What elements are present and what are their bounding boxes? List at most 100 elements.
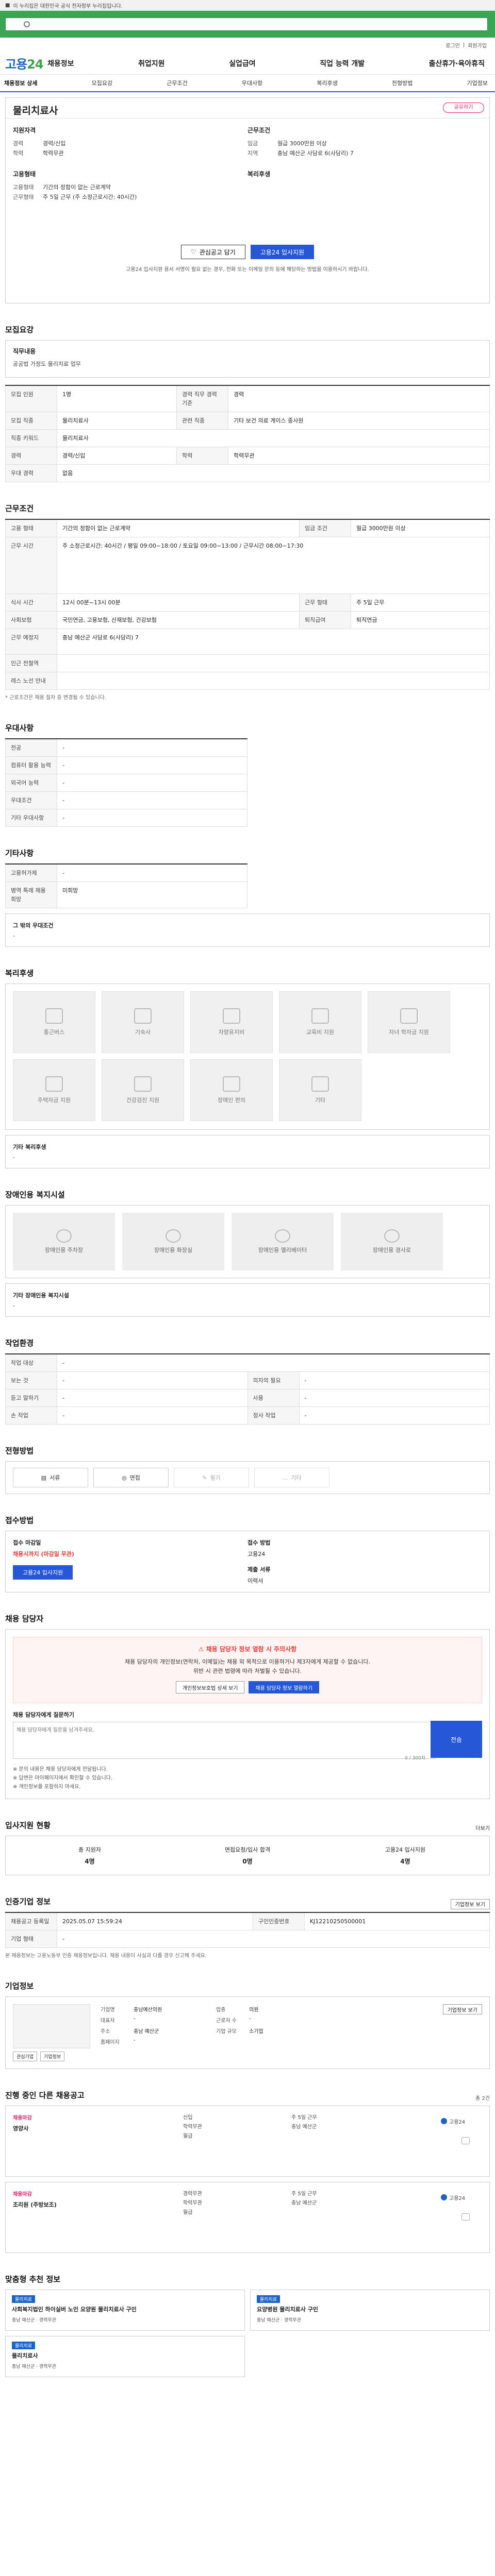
nav-item[interactable]: 출산휴가·육아휴직: [429, 58, 485, 69]
recommend-card[interactable]: 물리치료 요양병원 물리치료사 구인 충남 예산군 · 경력무관: [250, 2290, 490, 2331]
conditions-section: 근무조건 고용 형태 기간의 정함이 없는 근로계약 임금 조건 월급 3000만원 …: [5, 503, 490, 702]
welfare-item: 주택자금 지원: [13, 1059, 95, 1121]
etc-section: 기타사항 고용허가제 - 병역 특례 채용 희망 미희망 그 밖의 우대조건 -: [5, 848, 490, 947]
bus-icon: [45, 1008, 63, 1024]
company-view-button[interactable]: 기업정보 보기: [442, 2004, 482, 2014]
facility-item: 장애인용 엘리베이터: [232, 1213, 334, 1270]
tab-recruit[interactable]: 모집요강: [92, 79, 112, 87]
send-button[interactable]: 전송: [431, 1721, 482, 1758]
method-interview: ◎ 면접: [93, 1468, 169, 1487]
interest-company-button[interactable]: 관심기업: [13, 2052, 38, 2061]
section-tabs: 채용정보 상세 모집요강 근무조건 우대사항 복리후생 전형방법 기업정보: [0, 75, 495, 92]
health-icon: [134, 1076, 152, 1092]
dots-icon: …: [282, 1474, 288, 1481]
method-other: … 기타: [254, 1468, 329, 1487]
tab-method[interactable]: 전형방법: [392, 79, 412, 87]
privacy-detail-button[interactable]: 개인정보보호법 상세 보기: [175, 1681, 245, 1693]
tab-preferences[interactable]: 우대사항: [242, 79, 262, 87]
ramp-icon: [384, 1229, 400, 1243]
welfare-item: 기타: [279, 1059, 361, 1121]
education-icon: [311, 1008, 329, 1024]
main-nav: 고용24 채용정보 취업지원 실업급여 직업 능력 개발 출산휴가·육아휴직: [0, 52, 495, 75]
manager-section: 채용 담당자 ⚠ 채용 담당자 정보 열람 시 주의사항 채용 담당자의 개인정…: [5, 1613, 490, 1799]
question-input[interactable]: [13, 1722, 436, 1759]
view-contact-button[interactable]: 채용 담당자 정보 열람하기: [249, 1681, 320, 1693]
apply-note: 고용24 입사지원 용서 서명이 필요 없는 경우, 전화 또는 이메일 문의 …: [126, 267, 369, 273]
bookmark-icon[interactable]: [461, 2213, 470, 2221]
method-section: 전형방법 ▤ 서류 ◎ 면접 ✎ 필기 … 기타: [5, 1445, 490, 1494]
save-interest-button[interactable]: ♡ 관심공고 담기: [180, 245, 245, 259]
stats-section: 입사지원 현황 더보기 총 지원자 4명 면접요청/입사 합격 0명 고용24 입사지…: [5, 1820, 490, 1875]
document-icon: ▤: [41, 1474, 47, 1481]
apply-button[interactable]: 고용24 입사지원: [250, 245, 315, 259]
welfare-item: 기숙사: [102, 991, 184, 1053]
pencil-icon: ✎: [202, 1474, 207, 1481]
login-bar: 로그인 | 회원가입: [446, 41, 487, 49]
nav-item[interactable]: 채용정보: [47, 58, 74, 69]
login-link[interactable]: 로그인: [446, 41, 460, 49]
more-link[interactable]: 더보기: [475, 1824, 490, 1832]
other-jobs-section: 진행 중인 다른 채용공고 총 2건 채용마감 영양사 신입 학력무관 월급 주 5일 …: [5, 2090, 490, 2253]
tab-welfare[interactable]: 복리후생: [317, 79, 337, 87]
company-info-button[interactable]: 기업정보 보기: [450, 1899, 490, 1909]
restroom-icon: [166, 1229, 181, 1243]
company-logo: 고용24: [441, 2191, 482, 2204]
welfare-item: 통근버스: [13, 991, 95, 1053]
page-title: 물리치료사: [13, 105, 58, 116]
company-detail-button[interactable]: 기업정보: [40, 2052, 65, 2061]
elevator-icon: [275, 1229, 290, 1243]
parking-icon: [56, 1229, 72, 1243]
search-bar: [0, 11, 495, 38]
apply-section: 접수방법 접수 마감일 채용시까지 (마감일 무관) 고용24 입사지원 접수 …: [5, 1515, 490, 1592]
flag-icon: ■: [5, 2, 10, 8]
job-card[interactable]: 채용마감 조리원 (주방보조) 경력무관 학력무관 월급 주 5일 근무 충남 예산군 …: [5, 2182, 490, 2253]
recommend-card[interactable]: 물리치료 사회복지법인 하이실버 노인 요양원 물리치료사 구인 충남 예산군 · …: [5, 2290, 245, 2331]
graduation-cap-icon: [400, 1008, 418, 1024]
recommend-card[interactable]: 물리치료 물리치료사 충남 예산군 · 경력무관: [5, 2336, 245, 2377]
apply-button-2[interactable]: 고용24 입사지원: [13, 1565, 73, 1580]
facility-item: 장애인용 경사로: [341, 1213, 443, 1270]
welfare-item: 차량유지비: [190, 991, 273, 1053]
company-logo-image: [13, 2004, 90, 2048]
heart-icon: ♡: [190, 248, 196, 256]
share-button[interactable]: 공유하기: [443, 103, 484, 113]
recommend-section: 맞춤형 추천 정보 물리치료 사회복지법인 하이실버 노인 요양원 물리치료사 구…: [5, 2274, 490, 2377]
tab-conditions[interactable]: 근무조건: [167, 79, 187, 87]
job-card[interactable]: 채용마감 영양사 신입 학력무관 월급 주 5일 근무 충남 예산군 고용24: [5, 2106, 490, 2177]
dorm-icon: [134, 1008, 152, 1024]
welfare-item: 장애인 편의: [190, 1059, 273, 1121]
accessibility-icon: [223, 1076, 240, 1092]
join-link[interactable]: 회원가입: [468, 41, 487, 49]
disability-section: 장애인용 복지시설 장애인용 주차장 장애인용 화장실 장애인용 엘리베이터 장…: [5, 1189, 490, 1317]
method-written: ✎ 필기: [174, 1468, 249, 1487]
welfare-item: 교육비 지원: [279, 991, 361, 1053]
search-icon[interactable]: [24, 21, 30, 27]
job-summary: 물리치료사 공유하기 지원자격 경력 경력/신입 학력 학력무관 고용형태 고용형태 기…: [5, 97, 490, 303]
nav-item[interactable]: 직업 능력 개발: [320, 58, 365, 69]
site-logo[interactable]: 고용24: [5, 54, 47, 72]
welfare-item: 자녀 학자금 지원: [368, 991, 450, 1053]
car-icon: [223, 1008, 240, 1024]
house-icon: [45, 1076, 63, 1092]
warning-icon: ⚠: [198, 1646, 204, 1653]
company-section: 기업정보 관심기업 기업정보 기업명 충남예산의원 업종 의원 대표자 - 근로자 수- 주…: [5, 1980, 490, 2069]
requirements-table: 모집 인원 1명 경력 직무 경력 기준 경력 모집 직종 물리치료사 관련 직종 기타 보…: [5, 385, 490, 482]
method-document: ▤ 서류: [13, 1468, 88, 1487]
welfare-item: 건강검진 지원: [102, 1059, 184, 1121]
gov-banner: ■ 이 누리집은 대한민국 공식 전자정부 누리집입니다.: [0, 0, 495, 11]
work-env-section: 작업환경 작업 대상 - 보는 것 - 의자의 필요 - 듣고 말하기 - 사용 - 손 작업…: [5, 1337, 490, 1425]
preferences-section: 우대사항 전공 - 컴퓨터 활용 능력 - 외국어 능력 - 우대조건 - 기타 우대사…: [5, 722, 490, 827]
facility-item: 장애인용 화장실: [122, 1213, 224, 1270]
company-logo: 고용24: [441, 2114, 482, 2128]
info-section: 인증기업 정보 기업정보 보기 채용공고 등록일 2025.05.07 15:59:…: [5, 1896, 490, 1960]
nav-item[interactable]: 취업지원: [138, 58, 165, 69]
bookmark-icon[interactable]: [461, 2137, 470, 2144]
tab-detail[interactable]: 채용정보 상세: [4, 79, 38, 87]
facility-item: 장애인용 주차장: [13, 1213, 115, 1270]
search-input[interactable]: [5, 18, 488, 31]
interview-icon: ◎: [122, 1474, 127, 1481]
welfare-section: 복리후생 통근버스 기숙사 차량유지비 교육비 지원 자녀 학자금 지원 주택자…: [5, 968, 490, 1168]
tab-company[interactable]: 기업정보: [467, 79, 487, 87]
nav-item[interactable]: 실업급여: [229, 58, 256, 69]
etc-icon: [311, 1076, 329, 1092]
